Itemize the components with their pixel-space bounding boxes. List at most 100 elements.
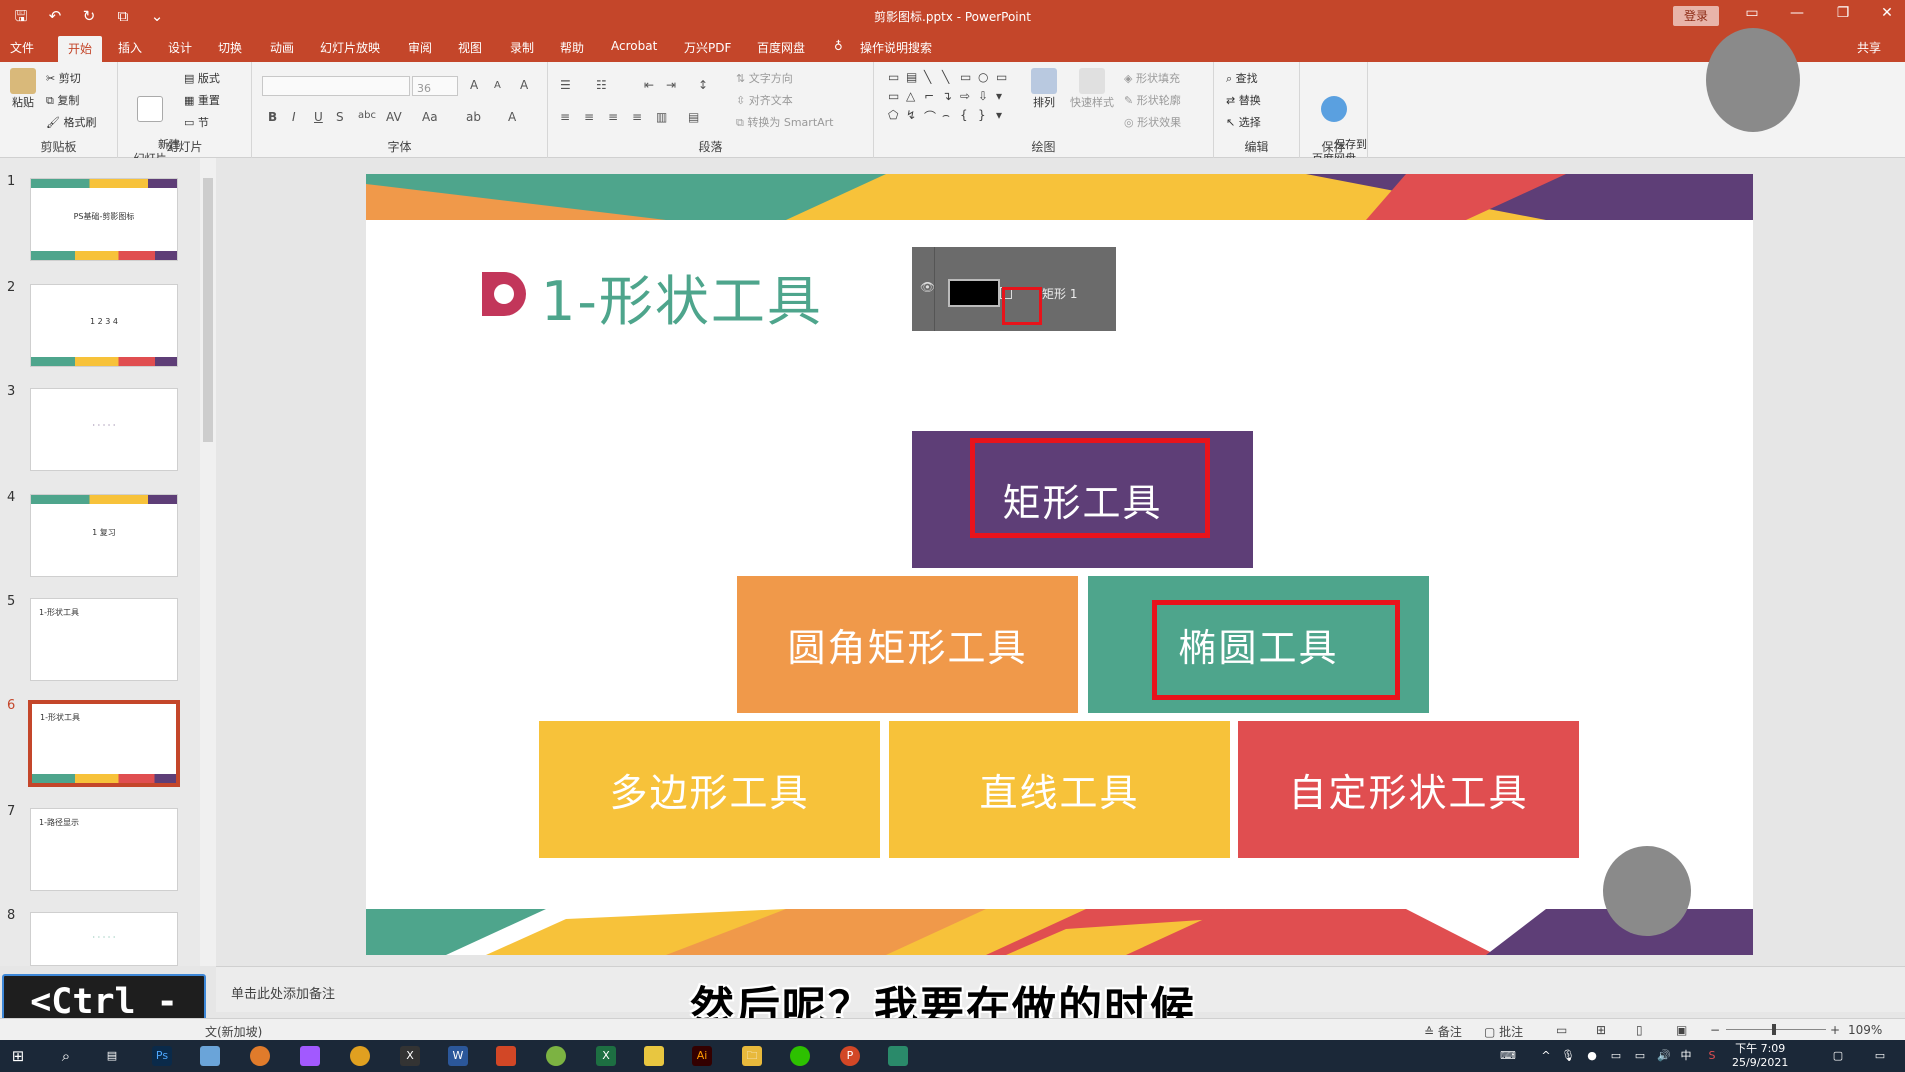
xmind-icon[interactable]: X xyxy=(400,1046,420,1066)
char-spacing-button[interactable]: AV xyxy=(386,110,402,124)
shape-glyph[interactable]: ↴ xyxy=(942,89,960,108)
figma-icon[interactable] xyxy=(300,1046,320,1066)
line-spacing-button[interactable]: ↕ xyxy=(698,78,708,92)
tab-insert[interactable]: 插入 xyxy=(118,39,142,56)
current-slide[interactable]: 1-形状工具 👁 矩形 1 矩形工具 圆角矩形工具 椭圆工具 多边形工具 直线工… xyxy=(366,174,1753,955)
notes-app-icon[interactable] xyxy=(644,1046,664,1066)
thumbnail-scrollbar[interactable] xyxy=(200,158,216,966)
tab-help[interactable]: 帮助 xyxy=(560,39,584,56)
shape-glyph[interactable]: ⇩ xyxy=(978,89,996,108)
replace-button[interactable]: ⇄ 替换 xyxy=(1226,92,1261,108)
grow-font-button[interactable]: A xyxy=(470,78,478,92)
search-icon[interactable]: ⌕ xyxy=(56,1046,76,1066)
lightbulb-icon[interactable]: ♁ xyxy=(834,39,843,53)
columns-button[interactable]: ▤ xyxy=(688,110,699,124)
underline-button[interactable]: U xyxy=(314,110,323,124)
tray-chevron-icon[interactable]: ^ xyxy=(1536,1046,1556,1066)
shape-effects-button[interactable]: ◎ 形状效果 xyxy=(1124,114,1181,130)
slide-title[interactable]: 1-形状工具 xyxy=(541,257,823,336)
quick-styles-button[interactable]: 快速样式 xyxy=(1066,68,1118,110)
section-button[interactable]: ▭ 节 xyxy=(184,114,209,130)
keyboard-icon[interactable]: ⌨ xyxy=(1498,1046,1518,1066)
notes-placeholder[interactable]: 单击此处添加备注 xyxy=(231,983,335,1002)
line-tool-box[interactable]: 直线工具 xyxy=(889,721,1230,858)
increase-indent-button[interactable]: ⇥ xyxy=(666,78,676,92)
display-icon[interactable]: ▭ xyxy=(1630,1046,1650,1066)
shape-glyph[interactable]: ▾ xyxy=(996,108,1014,127)
tab-acrobat[interactable]: Acrobat xyxy=(611,39,657,53)
shape-glyph[interactable]: ▭ xyxy=(888,89,906,108)
shape-glyph[interactable]: ○ xyxy=(978,70,996,89)
bold-button[interactable]: B xyxy=(268,110,277,124)
slide-thumb-7[interactable]: 1-路径显示 xyxy=(30,808,178,891)
align-left-button[interactable]: ≡ xyxy=(560,110,570,124)
shapes-gallery[interactable]: ▭ ▤ ╲ ╲ ▭ ○ ▭ ▭ △ ⌐ ↴ ⇨ ⇩ ▾ ⬠ ↯ ⌒ ⌢ { } xyxy=(888,70,1016,130)
wechat-tray-icon[interactable]: ● xyxy=(1582,1046,1602,1066)
task-view-icon[interactable]: ▤ xyxy=(102,1046,122,1066)
ime-icon[interactable]: 中 xyxy=(1676,1046,1696,1066)
shape-outline-button[interactable]: ✎ 形状轮廓 xyxy=(1124,92,1181,108)
comments-toggle[interactable]: ▢ 批注 xyxy=(1484,1023,1523,1040)
notes-toggle[interactable]: ≙ 备注 xyxy=(1424,1023,1462,1040)
shape-glyph[interactable]: ▭ xyxy=(888,70,906,89)
tab-record[interactable]: 录制 xyxy=(510,39,534,56)
zoom-out-icon[interactable]: − xyxy=(1710,1023,1720,1037)
slide-thumb-1[interactable]: PS基础-剪影图标 xyxy=(30,178,178,261)
language-status[interactable]: 文(新加坡) xyxy=(205,1023,262,1040)
align-center-button[interactable]: ≡ xyxy=(584,110,594,124)
tab-design[interactable]: 设计 xyxy=(168,39,192,56)
excel-icon[interactable]: X xyxy=(596,1046,616,1066)
word-icon[interactable]: W xyxy=(448,1046,468,1066)
font-name-input[interactable] xyxy=(262,76,410,96)
copy-button[interactable]: ⧉ 复制 xyxy=(46,92,79,108)
chrome-icon[interactable] xyxy=(350,1046,370,1066)
shape-fill-button[interactable]: ◈ 形状填充 xyxy=(1124,70,1180,86)
shadow-button[interactable]: abc xyxy=(358,110,376,121)
rounded-rect-tool-box[interactable]: 圆角矩形工具 xyxy=(737,576,1078,713)
find-button[interactable]: ⌕ 查找 xyxy=(1226,70,1258,86)
numbering-button[interactable]: ☷ xyxy=(596,78,607,92)
ribbon-display-icon[interactable]: ▭ xyxy=(1737,5,1767,21)
change-case-button[interactable]: Aa xyxy=(422,110,438,124)
tab-home[interactable]: 开始 xyxy=(58,36,103,62)
start-icon[interactable]: ⊞ xyxy=(8,1046,28,1066)
text-direction-button[interactable]: ⇅ 文字方向 xyxy=(736,70,793,86)
reset-button[interactable]: ▦ 重置 xyxy=(184,92,220,108)
shape-glyph[interactable]: ⌒ xyxy=(924,108,942,127)
shape-glyph[interactable]: ▤ xyxy=(906,70,924,89)
slide-thumb-8[interactable]: · · · · · xyxy=(30,912,178,966)
restore-icon[interactable]: ❐ xyxy=(1828,5,1858,21)
volume-icon[interactable]: 🔊 xyxy=(1654,1046,1674,1066)
select-button[interactable]: ↖ 选择 xyxy=(1226,114,1261,130)
polygon-tool-box[interactable]: 多边形工具 xyxy=(539,721,880,858)
action-center-icon[interactable]: ▭ xyxy=(1870,1046,1890,1066)
tab-slideshow[interactable]: 幻灯片放映 xyxy=(320,39,380,56)
file-explorer-icon[interactable]: 🗀 xyxy=(742,1046,762,1066)
align-text-button[interactable]: ⇳ 对齐文本 xyxy=(736,92,793,108)
tab-view[interactable]: 视图 xyxy=(458,39,482,56)
sorter-view-icon[interactable]: ⊞ xyxy=(1596,1023,1606,1037)
tell-me-search[interactable]: 操作说明搜索 xyxy=(860,39,932,56)
shape-glyph[interactable]: ▭ xyxy=(960,70,978,89)
align-right-button[interactable]: ≡ xyxy=(608,110,618,124)
zoom-slider[interactable] xyxy=(1726,1029,1826,1030)
slide-thumb-4[interactable]: 1 复习 xyxy=(30,494,178,577)
cut-button[interactable]: ✂ 剪切 xyxy=(46,70,81,86)
slide-thumb-3[interactable]: · · · · · xyxy=(30,388,178,471)
close-icon[interactable]: ✕ xyxy=(1872,5,1902,21)
notification-icon[interactable]: ▢ xyxy=(1828,1046,1848,1066)
layout-button[interactable]: ▤ 版式 xyxy=(184,70,220,86)
illustrator-icon[interactable]: Ai xyxy=(692,1046,712,1066)
photoshop-icon[interactable]: Ps xyxy=(152,1046,172,1066)
shape-glyph[interactable]: } xyxy=(978,108,996,127)
smartart-button[interactable]: ⧉ 转换为 SmartArt xyxy=(736,114,834,130)
slideshow-view-icon[interactable]: ▣ xyxy=(1676,1023,1687,1037)
shape-glyph[interactable]: ▭ xyxy=(996,70,1014,89)
shape-glyph[interactable]: ⬠ xyxy=(888,108,906,127)
network-icon[interactable]: ▭ xyxy=(1606,1046,1626,1066)
shape-glyph[interactable]: △ xyxy=(906,89,924,108)
minimize-icon[interactable]: — xyxy=(1782,5,1812,21)
shape-glyph[interactable]: { xyxy=(960,108,978,127)
slide-thumb-6[interactable]: 1-形状工具 xyxy=(28,700,180,787)
zoom-slider-thumb[interactable] xyxy=(1772,1024,1776,1035)
